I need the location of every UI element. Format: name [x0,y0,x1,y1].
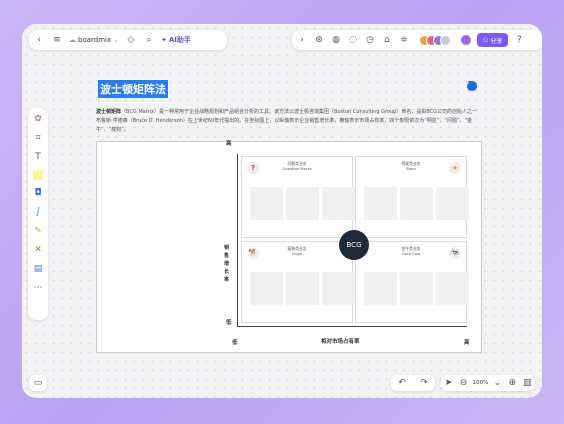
chevron-down-icon[interactable]: ⌄ [491,377,503,389]
pointer-icon[interactable]: ➤ [443,377,455,389]
avatar [440,34,451,46]
placeholder-card[interactable] [400,272,433,305]
logo-tools-icon[interactable]: ✿ [32,113,44,125]
cloud-icon: ☁ [69,36,76,44]
quadrant-title-en: Question Marks [282,166,312,171]
back-icon[interactable]: ‹ [33,34,45,46]
chevron-right-icon[interactable]: › [296,34,308,46]
search-icon[interactable]: ⌕ [143,34,155,46]
ai-icon: ✦ [161,36,167,44]
quadrant-title-en: Dogs [292,251,302,256]
ai-assistant-button[interactable]: ✦ AI助手 [161,35,191,45]
zoom-in-icon[interactable]: ⊕ [506,377,518,389]
placeholder-card[interactable] [250,272,283,305]
page-title[interactable]: 波士顿矩阵法 [98,80,168,98]
template-icon[interactable]: ⊛ [313,34,325,46]
card-group [364,272,469,305]
sticky-note-icon[interactable] [33,170,43,180]
text-icon[interactable]: T [32,151,44,163]
left-toolbar: ✿ ⌗ T ◘ ∫ ✎ ✕ ▤ ⋯ [28,108,48,320]
minimap-icon: ▭ [33,377,43,388]
card-group [250,187,355,220]
tag-icon[interactable]: ◇ [125,34,137,46]
pen-icon[interactable]: ✎ [32,225,44,237]
quadrant-title-en: Stars [406,166,416,171]
placeholder-card[interactable] [322,272,355,305]
top-right-toolbar: › ⊛ ◍ ◌ ◷ ⌂ ≑ ⚇ 分享 ? [292,30,542,50]
collaborator-avatars[interactable] [415,34,451,46]
share-button[interactable]: ⚇ 分享 [477,33,509,47]
x-axis-line [237,326,467,327]
placeholder-card[interactable] [364,187,397,220]
mindmap-icon[interactable]: ✕ [32,244,44,256]
placeholder-card[interactable] [364,272,397,305]
add-user-icon: ⚇ [483,36,489,44]
menu-icon[interactable]: ≡ [51,34,63,46]
x-axis-low-label: 低 [232,340,238,346]
placeholder-card[interactable] [322,187,355,220]
y-axis-line [237,154,238,326]
redo-icon[interactable]: ↷ [418,377,430,389]
shape-icon[interactable]: ◘ [32,187,44,199]
document-canvas: 波士顿矩阵法 波士顿矩阵（BCG Matrix）是一种常用于企业战略规划和产品组… [84,74,489,398]
top-left-toolbar: ‹ ≡ ☁ boardmix ⌄ ◇ ⌕ ✦ AI助手 [29,30,227,50]
frame-icon[interactable]: ⌗ [32,132,44,144]
boardmix-logo-icon [467,81,477,91]
book-icon[interactable]: ▥ [521,377,533,389]
file-name[interactable]: ☁ boardmix ⌄ [69,36,119,44]
placeholder-card[interactable] [436,272,469,305]
quadrant-stars[interactable]: ★ 明星类业务 Stars [355,156,469,238]
card-group [250,272,355,305]
quadrant-title-en: Cash Cow [401,251,421,256]
more-icon[interactable]: ⋯ [32,282,44,294]
palette-icon[interactable]: ◍ [330,34,342,46]
help-icon[interactable]: ? [513,34,525,46]
card-group [364,187,469,220]
connector-icon[interactable]: ∫ [32,206,44,218]
y-axis-high-label: 高 [226,141,232,147]
description: 波士顿矩阵（BCG Matrix）是一种常用于企业战略规划和产品组合分析的工具。… [96,109,478,133]
table-icon[interactable]: ▤ [32,263,44,275]
placeholder-card[interactable] [250,187,283,220]
zoom-out-icon[interactable]: ⊖ [458,377,470,389]
placeholder-card[interactable] [400,187,433,220]
placeholder-card[interactable] [286,272,319,305]
placeholder-card[interactable] [286,187,319,220]
placeholder-card[interactable] [436,187,469,220]
x-axis-high-label: 高 [464,340,470,346]
undo-redo-group: ↶ ↷ [391,375,435,391]
undo-icon[interactable]: ↶ [396,377,408,389]
quadrant-cash-cow[interactable]: 🐄 金牛类业务 Cash Cow [355,241,469,323]
quadrant-question-marks[interactable]: ? 问题类业务 Question Marks [241,156,355,238]
chevron-down-icon: ⌄ [113,36,119,44]
y-axis-low-label: 低 [226,320,232,326]
x-axis-label: 相对市场占有率 [321,339,360,345]
quadrant-dogs[interactable]: 🐕 瘦狗类业务 Dogs [241,241,355,323]
bcg-center-circle[interactable]: BCG [339,230,369,260]
comment-icon[interactable]: ◌ [347,34,359,46]
user-avatar[interactable] [460,34,472,46]
app-window: ‹ ≡ ☁ boardmix ⌄ ◇ ⌕ ✦ AI助手 › ⊛ ◍ ◌ ◷ ⌂ … [22,24,542,398]
timer-icon[interactable]: ◷ [364,34,376,46]
zoom-level[interactable]: 100% [473,380,489,386]
y-axis-label: 销售增长率 [223,245,229,283]
more-tools-icon[interactable]: ≑ [398,34,410,46]
zoom-controls: ➤ ⊖ 100% ⌄ ⊕ ▥ [441,375,535,391]
minimap-button[interactable]: ▭ [29,375,47,391]
presentation-icon[interactable]: ⌂ [381,34,393,46]
